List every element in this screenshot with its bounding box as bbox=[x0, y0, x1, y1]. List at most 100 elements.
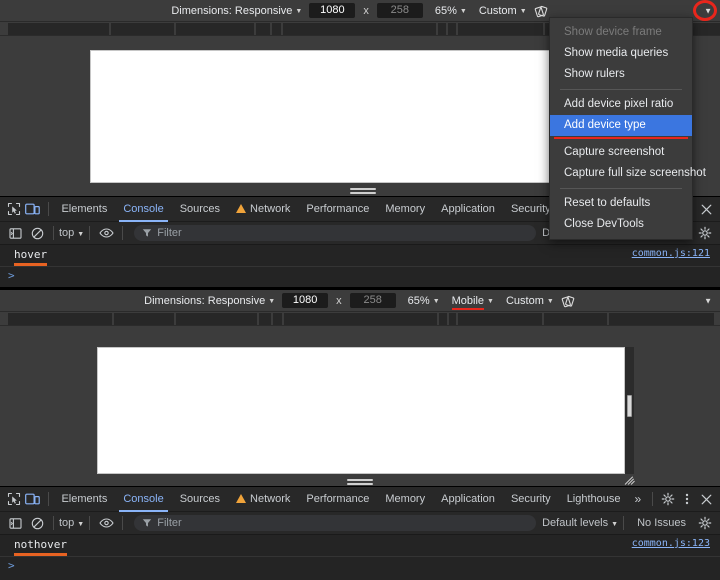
device-viewport-bottom[interactable] bbox=[97, 347, 625, 474]
filterbar-divider bbox=[89, 516, 91, 530]
log-levels-label: Default levels bbox=[542, 517, 609, 529]
tab-network[interactable]: Network bbox=[228, 486, 298, 521]
console-row-divider bbox=[0, 266, 720, 267]
tab-performance[interactable]: Performance bbox=[298, 486, 377, 512]
tab-application[interactable]: Application bbox=[433, 486, 503, 512]
viewport-scrollbar-thumb-bottom[interactable] bbox=[627, 395, 632, 417]
dimensions-dropdown-bottom[interactable]: Dimensions: Responsive ▼ bbox=[144, 295, 275, 307]
filter-funnel-icon bbox=[143, 519, 152, 527]
tab-console[interactable]: Console bbox=[115, 196, 171, 222]
menu-item-show-media-queries[interactable]: Show media queries bbox=[550, 43, 692, 64]
tab-elements[interactable]: Elements bbox=[53, 196, 115, 222]
menu-item-reset-to-defaults[interactable]: Reset to defaults bbox=[550, 193, 692, 214]
console-filter-input-bottom[interactable]: Filter bbox=[134, 515, 537, 531]
device-type-dropdown-bottom[interactable]: Mobile ▼ bbox=[451, 295, 494, 310]
tab-security[interactable]: Security bbox=[503, 486, 559, 512]
device-mode-options-menu[interactable]: Show device frame Show media queries Sho… bbox=[549, 17, 706, 240]
tab-network-label: Network bbox=[250, 493, 291, 505]
log-levels-dropdown-bottom[interactable]: Default levels ▼ bbox=[542, 517, 618, 529]
device-toolbar-icon[interactable] bbox=[23, 198, 42, 220]
tab-application[interactable]: Application bbox=[433, 196, 503, 222]
clear-console-icon[interactable] bbox=[26, 512, 48, 534]
menu-highlight-underline bbox=[554, 137, 688, 139]
menu-item-capture-screenshot[interactable]: Capture screenshot bbox=[550, 142, 692, 163]
width-input-top[interactable]: 1080 bbox=[309, 3, 356, 18]
menu-item-add-device-type[interactable]: Add device type bbox=[550, 115, 692, 136]
warning-icon bbox=[236, 494, 247, 521]
screenshot-root: Dimensions: Responsive ▼ 1080 x 258 65% … bbox=[0, 0, 720, 580]
device-toolbar-icon[interactable] bbox=[23, 488, 42, 510]
zoom-dropdown-top[interactable]: 65% ▼ bbox=[435, 5, 467, 17]
console-message-row-top[interactable]: hover common.js:121 bbox=[0, 245, 720, 266]
width-input-bottom[interactable]: 1080 bbox=[282, 293, 329, 308]
throttling-dropdown-top[interactable]: Custom ▼ bbox=[479, 5, 527, 17]
height-input-bottom[interactable]: 258 bbox=[349, 293, 396, 308]
close-icon[interactable] bbox=[697, 488, 716, 510]
console-settings-gear-icon[interactable] bbox=[694, 222, 716, 244]
tab-network[interactable]: Network bbox=[228, 196, 298, 231]
tab-elements[interactable]: Elements bbox=[53, 486, 115, 512]
menu-item-show-device-frame[interactable]: Show device frame bbox=[550, 22, 692, 43]
more-tabs-button[interactable]: » bbox=[629, 492, 648, 506]
device-stage-bottom bbox=[0, 326, 720, 486]
chevron-down-icon: ▼ bbox=[459, 8, 467, 15]
devtools-tabbar-bottom: Elements Console Sources Network Perform… bbox=[0, 486, 720, 521]
console-sidebar-icon[interactable] bbox=[4, 222, 26, 244]
more-options-icon[interactable] bbox=[677, 488, 696, 510]
issues-status-bottom[interactable]: No Issues bbox=[629, 517, 694, 529]
tab-sources[interactable]: Sources bbox=[172, 196, 228, 222]
throttling-dropdown-bottom[interactable]: Custom ▼ bbox=[506, 295, 554, 307]
filterbar-divider bbox=[122, 226, 124, 240]
chevron-down-icon: ▼ bbox=[77, 230, 85, 238]
close-icon[interactable] bbox=[697, 198, 716, 220]
tab-sources[interactable]: Sources bbox=[172, 486, 228, 512]
viewport-resize-corner-bottom[interactable] bbox=[624, 474, 636, 486]
chevron-down-icon: ▼ bbox=[295, 8, 303, 15]
devtools-panel-bottom: Dimensions: Responsive ▼ 1080 x 258 65% … bbox=[0, 290, 720, 580]
gear-icon[interactable] bbox=[658, 488, 677, 510]
menu-item-capture-full-size-screenshot[interactable]: Capture full size screenshot bbox=[550, 163, 706, 184]
tab-network-label: Network bbox=[250, 203, 291, 215]
media-query-ruler-bottom[interactable] bbox=[0, 312, 720, 326]
console-output-bottom[interactable]: nothover common.js:123 > bbox=[0, 535, 720, 580]
rotate-icon[interactable] bbox=[534, 4, 549, 19]
tab-console[interactable]: Console bbox=[115, 486, 171, 512]
menu-item-close-devtools[interactable]: Close DevTools bbox=[550, 214, 692, 235]
console-sidebar-icon[interactable] bbox=[4, 512, 26, 534]
live-expression-icon[interactable] bbox=[95, 222, 117, 244]
zoom-dropdown-bottom[interactable]: 65% ▼ bbox=[408, 295, 440, 307]
console-output-top[interactable]: hover common.js:121 > bbox=[0, 245, 720, 290]
console-prompt-caret[interactable]: > bbox=[8, 559, 15, 572]
execution-context-dropdown-bottom[interactable]: top ▼ bbox=[59, 517, 84, 529]
inspect-element-icon[interactable] bbox=[4, 488, 23, 510]
device-mode-options-button-top[interactable]: ▼ bbox=[704, 6, 712, 15]
tab-memory[interactable]: Memory bbox=[377, 486, 433, 512]
console-source-link[interactable]: common.js:121 bbox=[632, 248, 710, 259]
console-filter-input-top[interactable]: Filter bbox=[134, 225, 537, 241]
device-mode-toolbar-bottom: Dimensions: Responsive ▼ 1080 x 258 65% … bbox=[0, 290, 720, 312]
height-input-top[interactable]: 258 bbox=[376, 3, 423, 18]
device-mode-options-button-bottom[interactable]: ▼ bbox=[704, 296, 712, 305]
execution-context-dropdown-top[interactable]: top ▼ bbox=[59, 227, 84, 239]
viewport-resize-handle-bottom-top[interactable] bbox=[350, 188, 376, 195]
toolbar-divider bbox=[47, 492, 49, 506]
tab-lighthouse[interactable]: Lighthouse bbox=[559, 486, 629, 512]
live-expression-icon[interactable] bbox=[95, 512, 117, 534]
console-source-link[interactable]: common.js:123 bbox=[632, 538, 710, 549]
toolbar-divider bbox=[652, 492, 654, 506]
viewport-resize-handle-bottom-bottom[interactable] bbox=[347, 479, 373, 486]
tab-memory[interactable]: Memory bbox=[377, 196, 433, 222]
filterbar-divider bbox=[623, 516, 625, 530]
console-settings-gear-icon[interactable] bbox=[694, 512, 716, 534]
console-prompt-caret[interactable]: > bbox=[8, 269, 15, 282]
console-message-row-bottom[interactable]: nothover common.js:123 bbox=[0, 535, 720, 556]
chevron-down-icon: ▼ bbox=[519, 8, 527, 15]
menu-item-add-device-pixel-ratio[interactable]: Add device pixel ratio bbox=[550, 94, 692, 115]
tab-performance[interactable]: Performance bbox=[298, 196, 377, 222]
inspect-element-icon[interactable] bbox=[4, 198, 23, 220]
chevron-down-icon: ▼ bbox=[268, 298, 276, 305]
clear-console-icon[interactable] bbox=[26, 222, 48, 244]
menu-item-show-rulers[interactable]: Show rulers bbox=[550, 64, 692, 85]
rotate-icon[interactable] bbox=[561, 294, 576, 309]
dimensions-dropdown-top[interactable]: Dimensions: Responsive ▼ bbox=[171, 5, 302, 17]
